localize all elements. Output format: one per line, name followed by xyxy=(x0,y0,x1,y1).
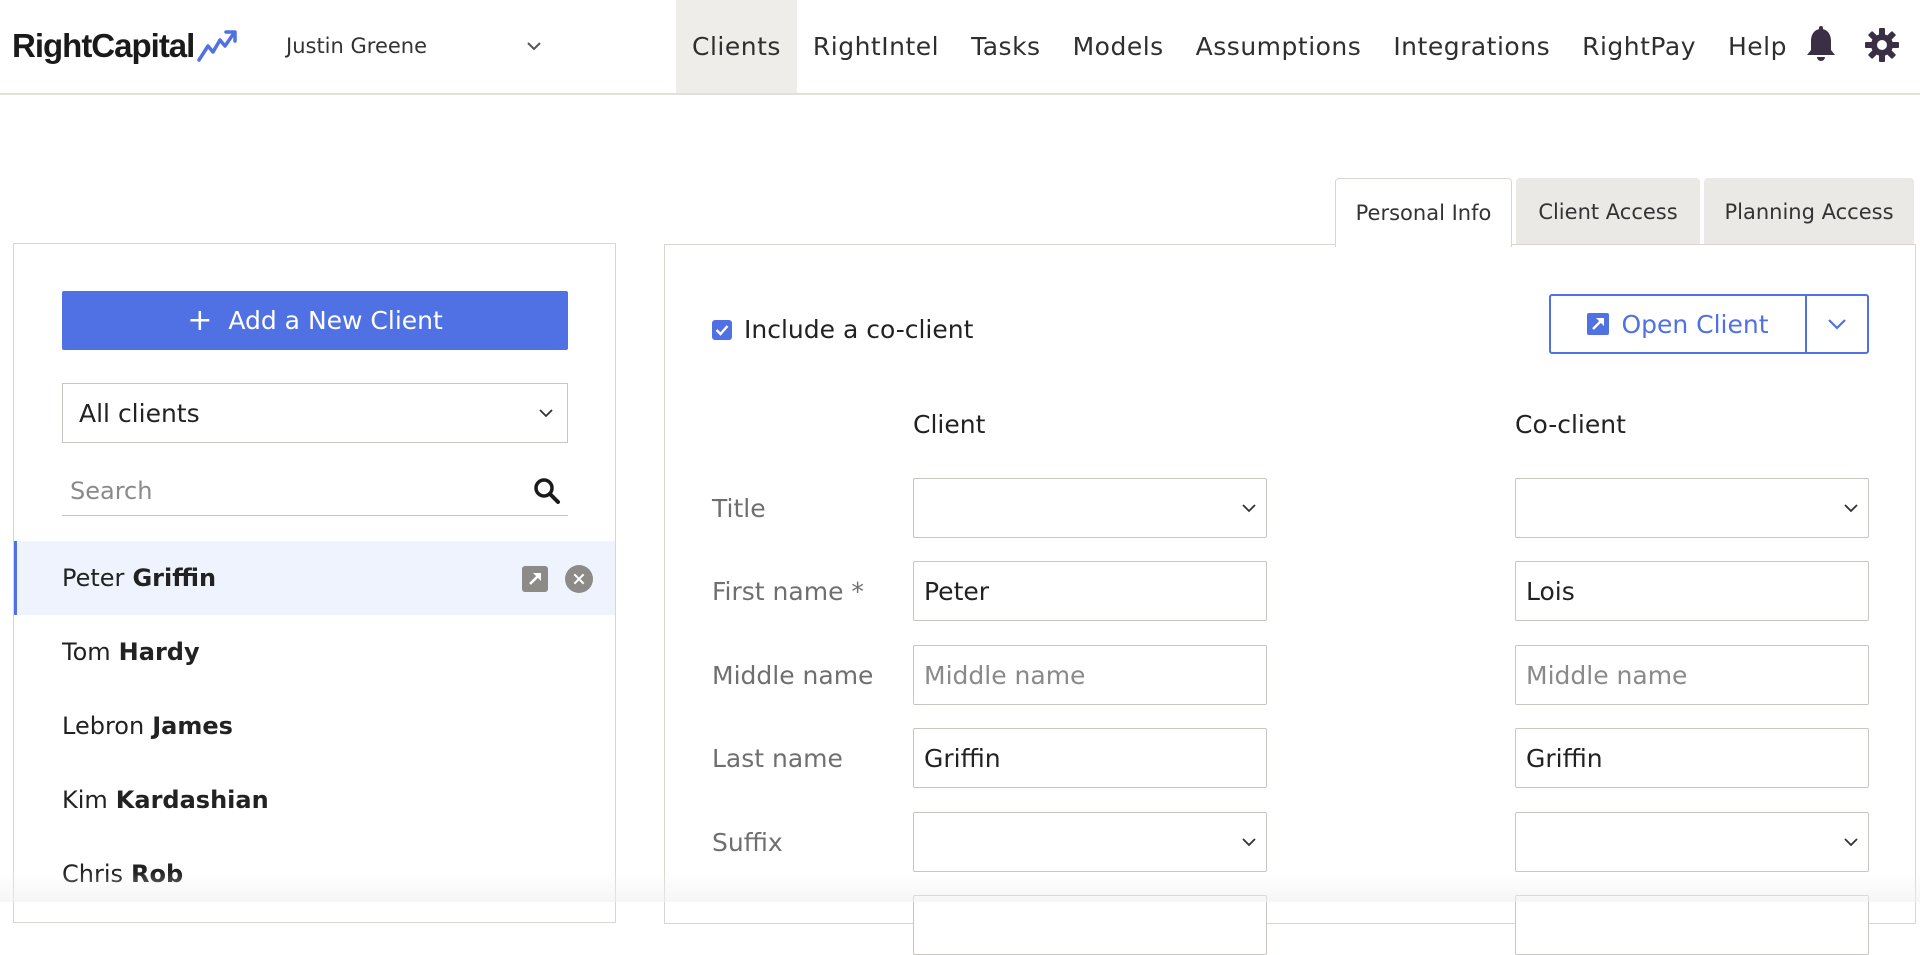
advisor-selector[interactable]: Justin Greene xyxy=(286,30,542,62)
coclient-first-name-field xyxy=(1515,561,1869,621)
client-last-name: Rob xyxy=(131,860,184,888)
client-column-header: Client xyxy=(913,410,986,439)
client-list-panel: + Add a New Client All clients Peter Gri… xyxy=(13,243,616,923)
coclient-suffix-select[interactable] xyxy=(1515,812,1869,872)
tab-client-access[interactable]: Client Access xyxy=(1516,178,1700,245)
client-last-name: Kardashian xyxy=(115,786,269,814)
coclient-next-field[interactable] xyxy=(1515,895,1869,955)
chevron-down-icon xyxy=(1242,837,1256,846)
client-first-name-field xyxy=(913,561,1267,621)
client-suffix-select[interactable] xyxy=(913,812,1267,872)
plus-icon: + xyxy=(187,302,213,338)
open-client-split-button: Open Client xyxy=(1549,294,1869,354)
client-title-select[interactable] xyxy=(913,478,1267,538)
chevron-down-icon xyxy=(1242,503,1256,512)
client-last-name: James xyxy=(152,712,233,740)
client-first-name: Lebron xyxy=(62,712,145,740)
first-name-label: First name * xyxy=(712,577,864,606)
include-coclient-checkbox[interactable] xyxy=(712,319,732,340)
client-list-item[interactable]: Lebron James xyxy=(14,689,615,763)
client-last-name: Hardy xyxy=(118,638,200,666)
client-last-name-field xyxy=(913,728,1267,788)
tab-planning-access[interactable]: Planning Access xyxy=(1704,178,1914,245)
chevron-down-icon xyxy=(1828,319,1846,330)
coclient-title-select[interactable] xyxy=(1515,478,1869,538)
nav-models[interactable]: Models xyxy=(1057,0,1180,93)
client-filter-select[interactable]: All clients xyxy=(62,383,568,443)
logo-arrow-icon xyxy=(197,30,238,62)
add-new-client-button[interactable]: + Add a New Client xyxy=(62,291,568,350)
client-first-name: Tom xyxy=(62,638,111,666)
client-list: Peter Griffin Tom Hardy Lebron James Kim… xyxy=(14,541,615,911)
open-external-icon xyxy=(1587,313,1610,335)
client-filter-value: All clients xyxy=(79,398,200,428)
chevron-down-icon xyxy=(1844,503,1858,512)
nav-assumptions[interactable]: Assumptions xyxy=(1180,0,1378,93)
client-last-name-input[interactable] xyxy=(914,729,1266,787)
client-last-name: Griffin xyxy=(132,564,217,592)
checkmark-icon xyxy=(715,324,729,336)
search-icon[interactable] xyxy=(532,476,562,506)
client-first-name-input[interactable] xyxy=(914,562,1266,620)
main-nav: Clients RightIntel Tasks Models Assumpti… xyxy=(676,0,1803,93)
rightcapital-logo[interactable]: RightCapital xyxy=(12,24,238,68)
open-external-icon[interactable] xyxy=(521,565,549,593)
title-label: Title xyxy=(712,494,766,523)
suffix-label: Suffix xyxy=(712,828,783,857)
coclient-first-name-input[interactable] xyxy=(1516,562,1868,620)
nav-tasks[interactable]: Tasks xyxy=(955,0,1056,93)
advisor-name: Justin Greene xyxy=(286,34,428,58)
open-client-menu-button[interactable] xyxy=(1807,296,1867,352)
last-name-label: Last name xyxy=(712,744,843,773)
chevron-down-icon xyxy=(539,408,553,417)
open-client-label: Open Client xyxy=(1621,309,1769,339)
logo-text: RightCapital xyxy=(12,27,195,64)
add-new-client-label: Add a New Client xyxy=(228,306,443,335)
coclient-last-name-input[interactable] xyxy=(1516,729,1868,787)
client-row-actions xyxy=(521,565,593,593)
nav-rightintel[interactable]: RightIntel xyxy=(797,0,955,93)
top-navigation-bar: RightCapital Justin Greene Clients Right… xyxy=(0,0,1920,95)
client-middle-name-input[interactable] xyxy=(914,646,1266,704)
client-middle-name-field xyxy=(913,645,1267,705)
bell-icon[interactable] xyxy=(1801,25,1841,65)
open-client-button[interactable]: Open Client xyxy=(1551,296,1807,352)
client-next-field[interactable] xyxy=(913,895,1267,955)
nav-integrations[interactable]: Integrations xyxy=(1377,0,1566,93)
nav-clients[interactable]: Clients xyxy=(676,0,797,93)
nav-rightpay[interactable]: RightPay xyxy=(1566,0,1712,93)
remove-client-icon[interactable] xyxy=(565,565,593,593)
chevron-down-icon xyxy=(1844,837,1858,846)
client-first-name: Kim xyxy=(62,786,108,814)
tab-personal-info[interactable]: Personal Info xyxy=(1335,178,1512,247)
include-coclient-toggle[interactable]: Include a co-client xyxy=(712,315,973,344)
coclient-middle-name-field xyxy=(1515,645,1869,705)
coclient-middle-name-input[interactable] xyxy=(1516,646,1868,704)
client-list-item[interactable]: Chris Rob xyxy=(14,837,615,911)
client-search-input[interactable] xyxy=(62,476,502,505)
client-list-item[interactable]: Tom Hardy xyxy=(14,615,615,689)
personal-info-panel: Include a co-client Open Client Client C… xyxy=(664,244,1916,955)
client-first-name: Chris xyxy=(62,860,124,888)
coclient-column-header: Co-client xyxy=(1515,410,1626,439)
client-list-item[interactable]: Kim Kardashian xyxy=(14,763,615,837)
chevron-down-icon xyxy=(527,42,541,51)
client-list-item-selected[interactable]: Peter Griffin xyxy=(14,541,615,615)
coclient-last-name-field xyxy=(1515,728,1869,788)
nav-help[interactable]: Help xyxy=(1712,0,1803,93)
include-coclient-label: Include a co-client xyxy=(744,315,974,344)
client-first-name: Peter xyxy=(62,564,125,592)
client-search xyxy=(62,466,568,516)
gear-icon[interactable] xyxy=(1862,25,1902,65)
middle-name-label: Middle name xyxy=(712,661,874,690)
